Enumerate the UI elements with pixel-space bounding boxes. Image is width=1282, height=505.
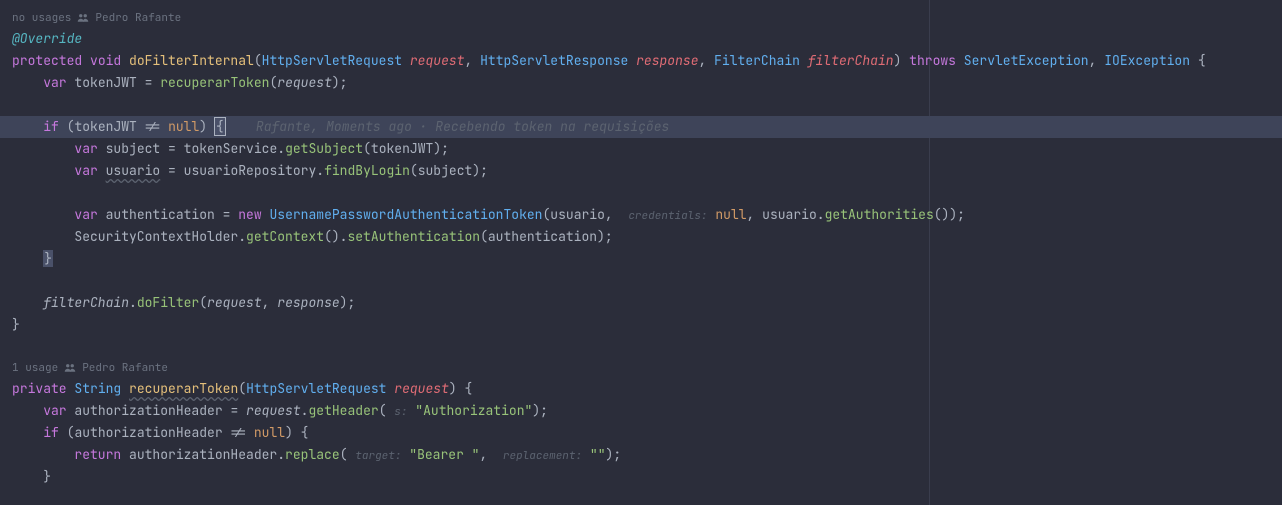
code-line[interactable] (12, 94, 1282, 116)
code-line-highlighted[interactable]: if (tokenJWT != null) { Rafante, Moments… (0, 116, 1282, 138)
code-line[interactable]: protected void doFilterInternal(HttpServ… (12, 50, 1282, 72)
inline-blame: Rafante, Moments ago · Recebendo token n… (256, 118, 669, 135)
matching-brace: } (43, 250, 53, 267)
code-line[interactable] (12, 182, 1282, 204)
usage-hint-2[interactable]: 1 usage Pedro Rafante (12, 358, 1282, 378)
param-hint: credentials: (628, 209, 707, 223)
usage-count: no usages (12, 7, 71, 29)
code-line[interactable]: } (12, 248, 1282, 270)
code-line[interactable]: private String recuperarToken(HttpServle… (12, 378, 1282, 400)
param-hint: s: (394, 405, 407, 419)
annotation: @Override (12, 30, 82, 47)
usage-hint-1[interactable]: no usages Pedro Rafante (12, 8, 1282, 28)
code-line[interactable] (12, 336, 1282, 358)
method-name: doFilterInternal (129, 52, 254, 69)
method-name: recuperarToken (129, 380, 238, 397)
usage-count: 1 usage (12, 357, 58, 379)
code-line[interactable]: if (authorizationHeader != null) { (12, 422, 1282, 444)
code-line[interactable]: } (12, 466, 1282, 488)
code-line[interactable]: var usuario = usuarioRepository.findByLo… (12, 160, 1282, 182)
code-line[interactable]: @Override (12, 28, 1282, 50)
param-hint: target: (355, 449, 401, 463)
caret-brace: { (215, 118, 225, 135)
param-hint: replacement: (503, 449, 582, 463)
code-line[interactable] (12, 270, 1282, 292)
warning-var: usuario (106, 162, 161, 179)
code-line[interactable]: var authentication = new UsernamePasswor… (12, 204, 1282, 226)
code-line[interactable]: var authorizationHeader = request.getHea… (12, 400, 1282, 422)
code-editor[interactable]: no usages Pedro Rafante @Override protec… (0, 0, 1282, 488)
code-line[interactable]: return authorizationHeader.replace( targ… (12, 444, 1282, 466)
author-icon (64, 363, 76, 373)
author-name: Pedro Rafante (82, 357, 168, 379)
code-line[interactable]: var subject = tokenService.getSubject(to… (12, 138, 1282, 160)
code-line[interactable]: var tokenJWT = recuperarToken(request); (12, 72, 1282, 94)
code-line[interactable]: } (12, 314, 1282, 336)
code-line[interactable]: SecurityContextHolder.getContext().setAu… (12, 226, 1282, 248)
author-name: Pedro Rafante (95, 7, 181, 29)
author-icon (77, 13, 89, 23)
code-line[interactable]: filterChain.doFilter(request, response); (12, 292, 1282, 314)
